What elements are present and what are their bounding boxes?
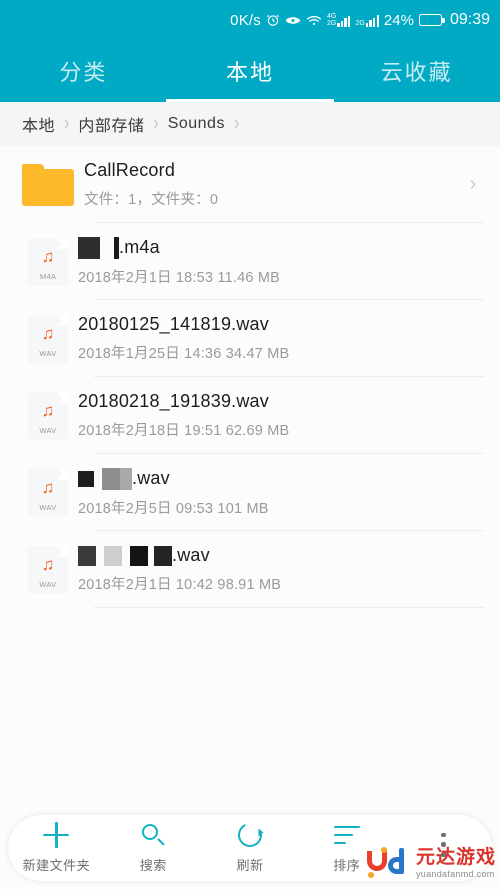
list-item-folder[interactable]: CallRecord 文件：1，文件夹：0 › [0,146,500,223]
tab-local[interactable]: 本地 [167,40,334,102]
music-note-icon: ♫ [41,400,55,420]
list-item-file[interactable]: ♫ WAV .wav 2018年2月5日 09:53 101 MB [0,454,500,531]
music-note-icon: ♫ [41,554,55,574]
watermark-title: 元达游戏 [416,847,497,868]
chevron-right-icon: › [233,111,240,135]
row-divider [94,607,484,608]
breadcrumb-item-internal-storage[interactable]: 内部存储 [78,112,144,136]
tab-label: 云收藏 [380,60,453,85]
redacted-name [78,545,172,567]
list-item-file[interactable]: ♫ M4A .m4a 2018年2月1日 18:53 11.46 MB [0,223,500,300]
m4a-file-icon: ♫ M4A [28,237,68,286]
item-name-suffix: .m4a [119,237,160,257]
wifi-icon [306,14,322,27]
button-label: 新建文件夹 [22,858,91,873]
file-ext-label: WAV [39,579,57,589]
item-name: .m4a [78,236,484,259]
status-bar: 0K/s 4G 2G 2G 24% 09:39 [0,0,500,40]
button-label: 排序 [333,858,361,873]
list-item-file[interactable]: ♫ WAV 20180218_191839.wav 2018年2月18日 19:… [0,377,500,454]
item-name: .wav [78,545,484,567]
redaction-block [100,237,114,259]
item-name: 20180218_191839.wav [78,391,269,411]
redaction-block [102,467,120,490]
file-ext-label: WAV [39,502,57,512]
battery-icon [418,14,445,26]
item-name: 20180125_141819.wav [78,314,269,334]
signal-4g-icon: 4G 2G [327,13,351,27]
list-item-file[interactable]: ♫ WAV 20180125_141819.wav 2018年1月25日 14:… [0,300,500,377]
tab-label: 本地 [226,60,275,85]
wav-file-icon: ♫ WAV [28,545,68,594]
clock-time: 09:39 [449,11,490,28]
item-meta: 2018年2月1日 18:53 11.46 MB [78,269,281,286]
sort-icon [333,822,360,848]
watermark-logo-icon [366,847,410,879]
chevron-right-icon[interactable]: › [462,173,484,196]
redaction-block [120,467,132,490]
redacted-name [78,236,119,259]
tab-categories[interactable]: 分类 [0,40,167,102]
item-meta: 2018年1月25日 14:36 34.47 MB [78,346,290,362]
network-speed: 0K/s [230,11,261,29]
item-name: CallRecord [84,160,176,180]
chevron-right-icon: › [64,111,70,135]
watermark-url: yuandafanmd.com [416,869,495,879]
eye-icon [285,14,301,27]
plus-icon [43,822,70,848]
breadcrumb-item-sounds[interactable]: Sounds [168,115,225,133]
redaction-block [78,470,94,487]
signal-2g-icon: 2G [355,14,379,27]
item-name-suffix: .wav [132,468,170,488]
new-folder-button[interactable]: 新建文件夹 [8,815,105,881]
file-ext-label: WAV [39,425,57,435]
redaction-block [130,546,148,567]
redaction-block [104,546,122,567]
item-meta: 2018年2月5日 09:53 101 MB [78,500,269,517]
item-name-suffix: .wav [172,545,210,565]
file-manager-screen: 0K/s 4G 2G 2G 24% 09:39 分类 本地 云收藏 本地 › 内… [0,0,500,889]
file-ext-label: WAV [39,348,57,358]
alarm-clock-icon [266,13,280,27]
battery-percent: 24% [383,11,414,29]
music-note-icon: ♫ [41,246,55,266]
redacted-name [78,467,132,490]
search-icon [141,822,165,848]
refresh-icon [234,819,266,851]
redaction-block [154,546,172,567]
tab-bar: 分类 本地 云收藏 [0,40,500,102]
redaction-block [122,546,130,566]
wav-file-icon: ♫ WAV [28,314,68,363]
chevron-right-icon: › [153,111,159,135]
file-list: CallRecord 文件：1，文件夹：0 › ♫ M4A .m4a 2018年… [0,146,500,608]
button-label: 刷新 [236,858,264,873]
tab-label: 分类 [59,60,108,85]
item-name: .wav [78,467,484,490]
breadcrumb-item-local[interactable]: 本地 [22,112,55,136]
file-ext-label: M4A [39,271,57,281]
music-note-icon: ♫ [41,323,55,343]
search-button[interactable]: 搜索 [105,815,202,881]
wav-file-icon: ♫ WAV [28,468,68,517]
breadcrumb: 本地 › 内部存储 › Sounds › [0,102,500,146]
wav-file-icon: ♫ WAV [28,391,68,440]
redaction-block [94,468,102,490]
tab-cloud-favorites[interactable]: 云收藏 [333,40,500,102]
button-label: 搜索 [139,858,167,873]
item-meta: 文件：1，文件夹：0 [84,192,219,208]
redaction-block [96,546,104,566]
redaction-block [78,546,96,567]
refresh-button[interactable]: 刷新 [202,815,299,881]
item-meta: 2018年2月1日 10:42 98.91 MB [78,577,282,594]
list-item-file[interactable]: ♫ WAV .wav 2018年2月1日 10:42 98.91 MB [0,531,500,608]
folder-icon [22,163,74,206]
music-note-icon: ♫ [41,477,55,497]
site-watermark: 元达游戏 yuandafanmd.com [360,837,500,889]
redaction-block [78,236,100,259]
item-meta: 2018年2月18日 19:51 62.69 MB [78,423,290,439]
